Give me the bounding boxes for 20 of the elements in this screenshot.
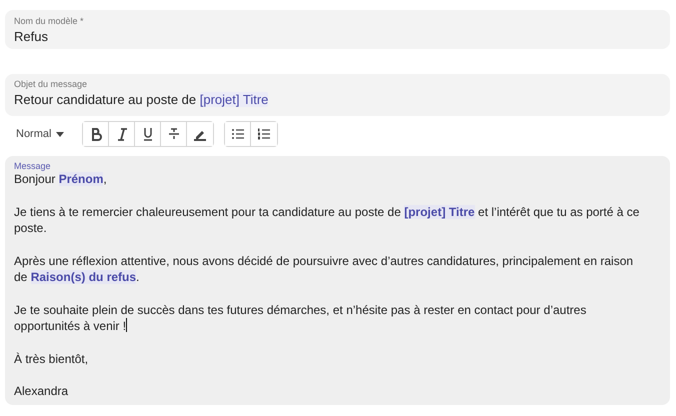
message-paragraph: Alexandra <box>14 383 70 400</box>
bullet-list-icon <box>230 127 245 141</box>
template-name-field[interactable]: Nom du modèle * Refus <box>5 10 670 49</box>
caret-icon <box>56 132 64 136</box>
bullet-list-button[interactable] <box>225 122 252 146</box>
style-dropdown[interactable]: Normal <box>16 128 72 140</box>
field-label: Objet du message <box>14 79 88 89</box>
message-editor[interactable] <box>5 156 670 405</box>
message-paragraph: Je tiens à te remercier chaleureusement pour ta candidature au poste de [projet] Titre et l’intérêt que tu as porté à ce poste. <box>14 204 640 236</box>
numbered-list-icon <box>257 127 272 141</box>
text-cursor <box>126 318 128 332</box>
message-paragraph: Je te souhaite plein de succès dans tes futures démarches, et n’hésite pas à rester en contact pour d’autres opportunités à venir ! <box>14 302 588 334</box>
strikethrough-icon <box>166 127 181 141</box>
subject-field[interactable]: Objet du message Retour candidature au poste de [projet] Titre <box>5 74 670 116</box>
field-label: Nom du modèle * <box>14 16 84 26</box>
message-paragraph: Bonjour Prénom, <box>14 171 108 188</box>
bold-button[interactable] <box>83 122 110 146</box>
message-paragraph: À très bientôt, <box>14 350 90 367</box>
field-label: Message <box>14 161 51 171</box>
message-paragraph: Après une réflexion attentive, nous avons décidé de poursuivre avec d’autres candidatures, principalement en raison de Raison(s) du refus. <box>14 252 634 286</box>
